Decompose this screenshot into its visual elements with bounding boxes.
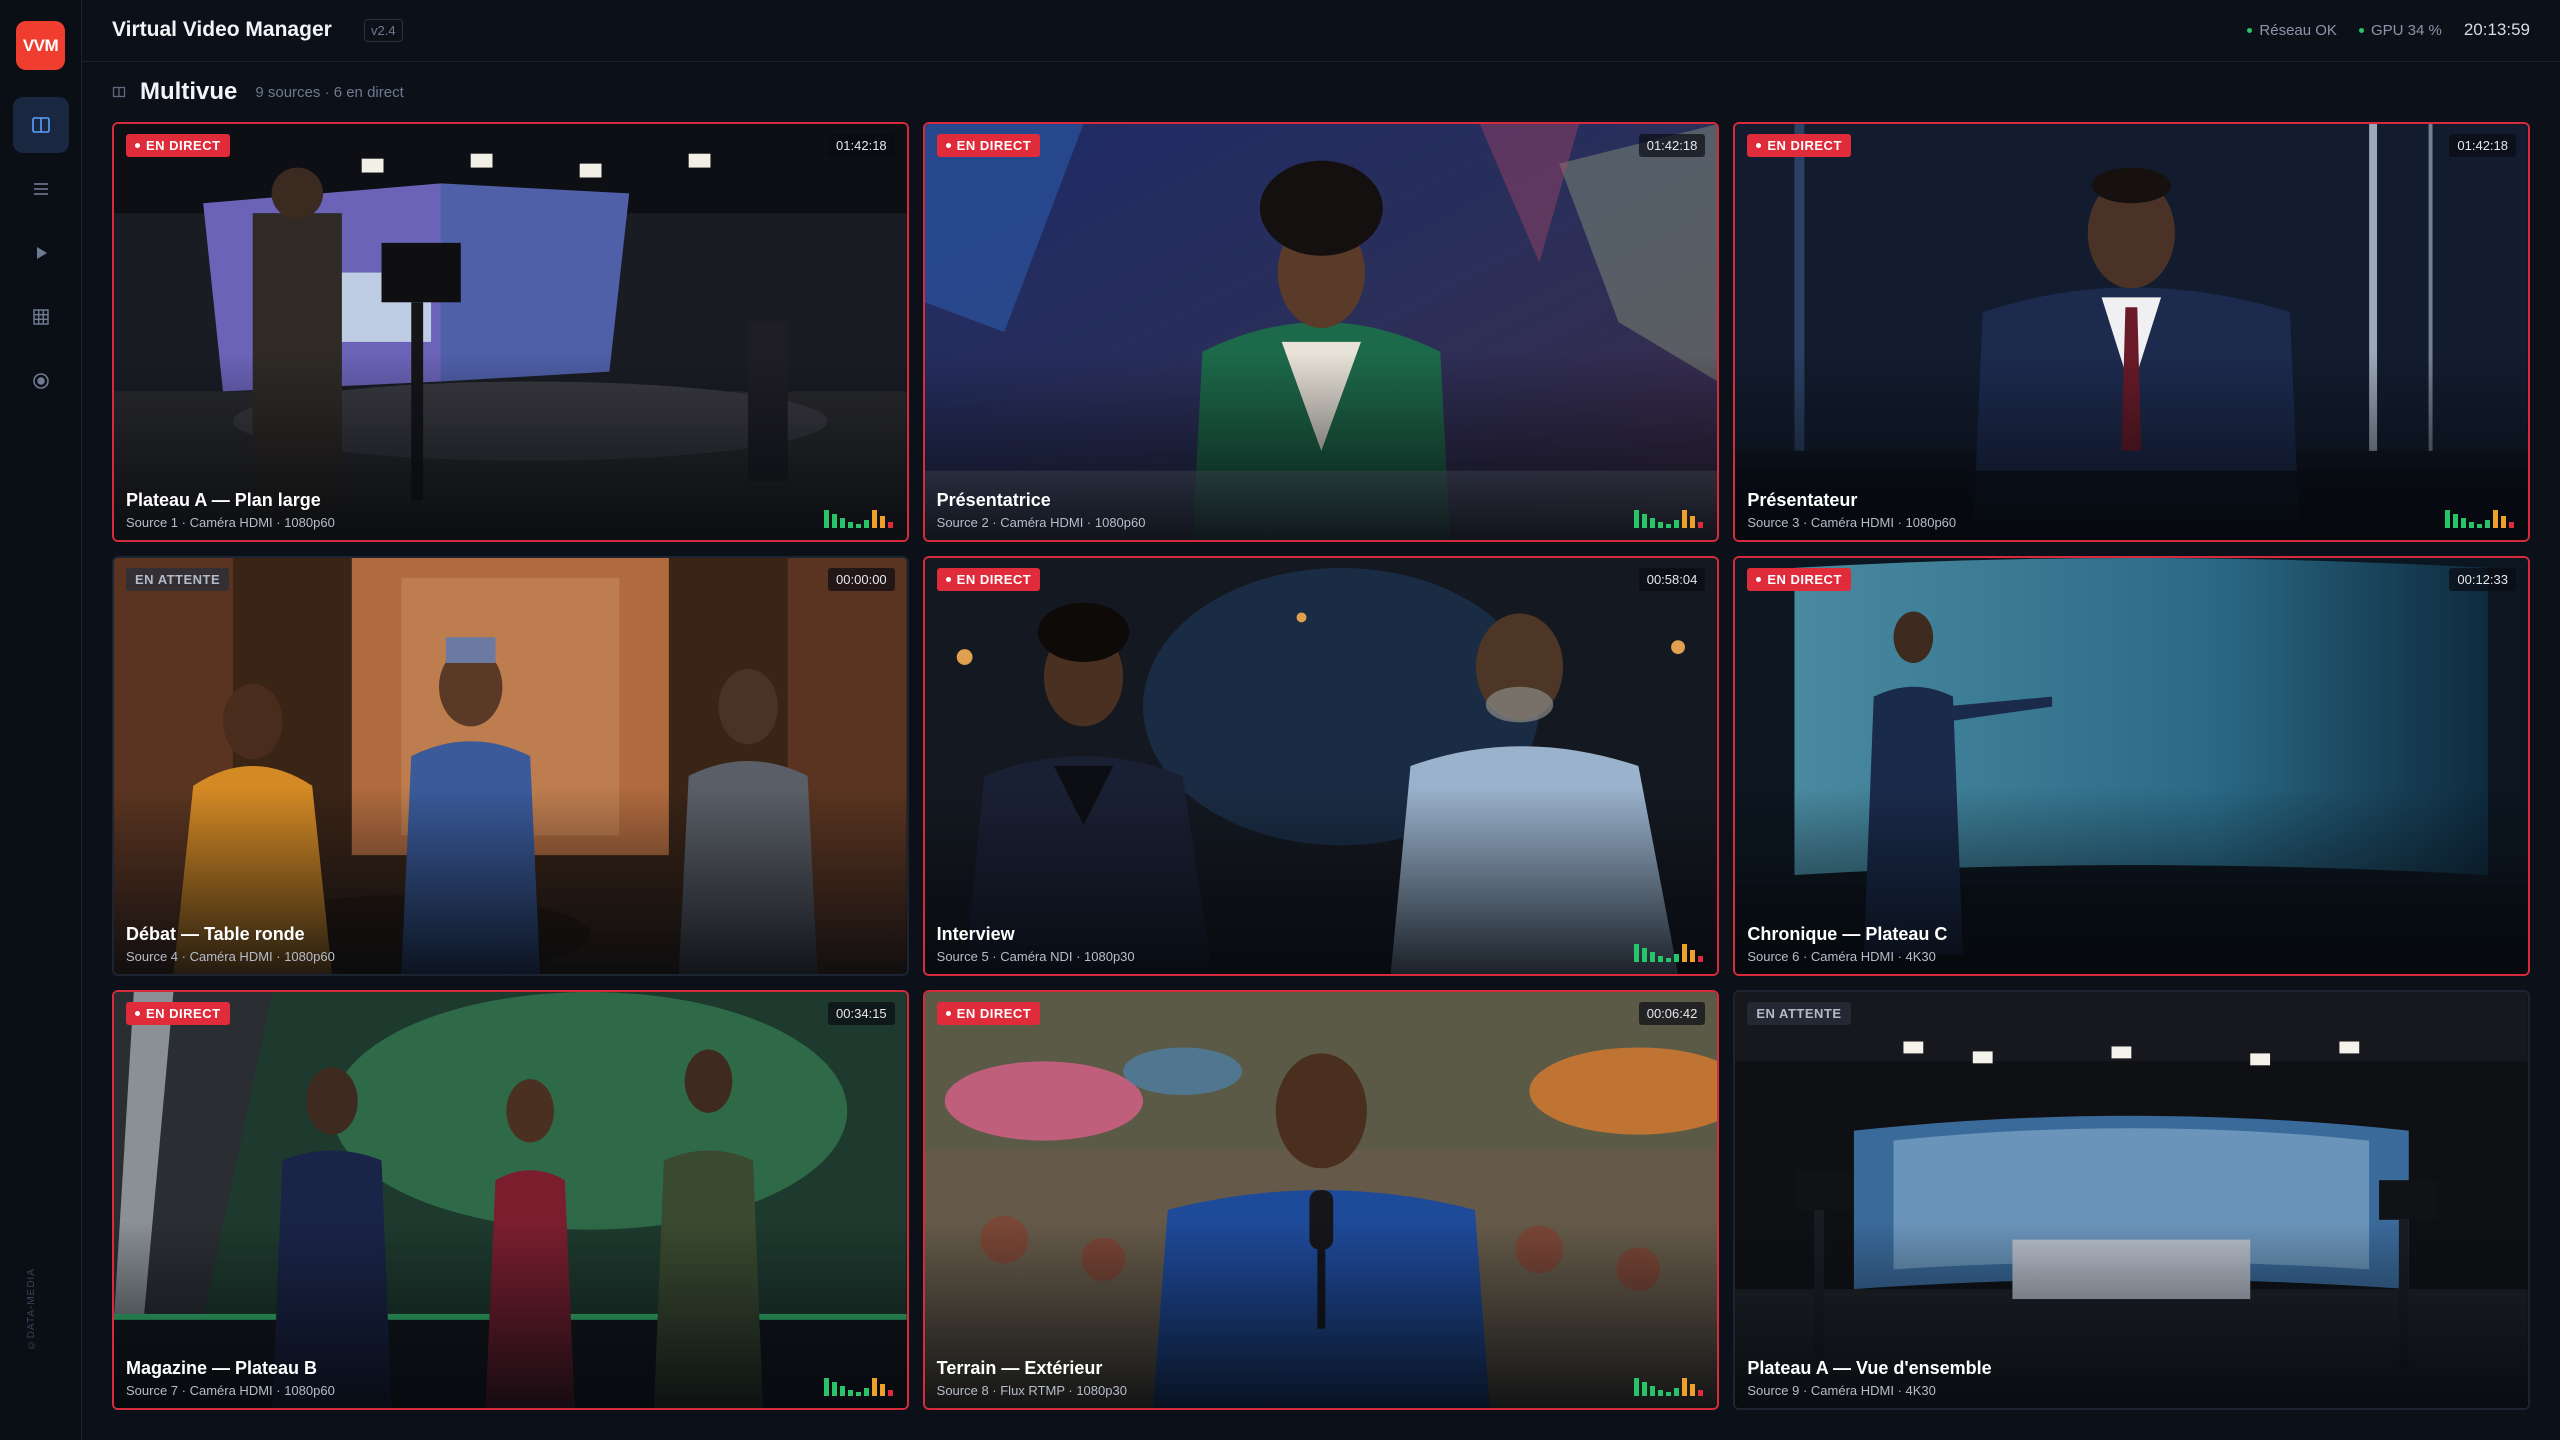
video-tile-2[interactable]: EN DIRECT 01:42:18 Présentatrice Source …	[922, 122, 1720, 542]
top-bar: Virtual Video Manager v2.4 Réseau OK GPU…	[82, 0, 2560, 62]
video-tile-7[interactable]: EN DIRECT 00:34:15 Magazine — Plateau B …	[112, 990, 909, 1410]
source-title: Interview	[936, 924, 1015, 944]
video-tile-1[interactable]: EN DIRECT 01:42:18 Plateau A — Plan larg…	[112, 122, 909, 542]
status-badge: EN DIRECT	[936, 1002, 1041, 1025]
section-header: Multivue 9 sources · 6 en direct	[112, 78, 404, 106]
source-subtitle: Source 8 · Flux RTMP · 1080p30	[936, 1383, 1127, 1398]
source-title: Présentatrice	[936, 490, 1051, 510]
gpu-status-label: GPU 34 %	[2370, 21, 2442, 39]
app-logo[interactable]: VVM	[16, 21, 65, 70]
tile-caption: Plateau A — Vue d'ensemble Source 9 · Ca…	[1747, 1358, 1991, 1398]
audio-meter	[823, 508, 893, 528]
source-subtitle: Source 9 · Caméra HDMI · 4K30	[1747, 1383, 1936, 1398]
status-badge: EN DIRECT	[1747, 134, 1851, 157]
clock: 20:13:59	[2463, 20, 2530, 39]
source-title: Chronique — Plateau C	[1747, 924, 1948, 944]
section-meta: 9 sources · 6 en direct	[255, 83, 404, 101]
tile-timer: 01:42:18	[828, 134, 895, 157]
source-subtitle: Source 3 · Caméra HDMI · 1080p60	[1747, 515, 1957, 530]
video-tile-6[interactable]: EN DIRECT 00:12:33 Chronique — Plateau C…	[1733, 556, 2530, 976]
audio-meter	[2445, 508, 2514, 528]
source-subtitle: Source 5 · Caméra NDI · 1080p30	[936, 949, 1135, 964]
credit-text: ©DATA-MEDIA	[26, 1267, 37, 1350]
live-dot-icon	[945, 143, 951, 148]
audio-meter	[1634, 508, 1704, 528]
network-status-label: Réseau OK	[2259, 21, 2337, 39]
grid-icon	[33, 309, 49, 325]
app-title: Virtual Video Manager	[112, 18, 332, 41]
tile-caption: Chronique — Plateau C Source 6 · Caméra …	[1747, 924, 1947, 964]
video-tile-8[interactable]: EN DIRECT 00:06:42 Terrain — Extérieur S…	[922, 990, 1720, 1410]
status-badge: EN DIRECT	[126, 134, 230, 157]
network-status: Réseau OK	[2247, 22, 2337, 39]
live-dot-icon	[1756, 143, 1762, 148]
source-title: Terrain — Extérieur	[936, 1358, 1103, 1378]
status-badge: EN ATTENTE	[1747, 1002, 1851, 1025]
status-badge: EN ATTENTE	[126, 568, 230, 591]
status-badge: EN DIRECT	[936, 134, 1041, 157]
tile-caption: Plateau A — Plan large Source 1 · Caméra…	[126, 490, 335, 530]
source-title: Débat — Table ronde	[126, 924, 305, 944]
video-tile-4[interactable]: EN ATTENTE 00:00:00 Débat — Table ronde …	[112, 556, 909, 976]
audio-meter	[1634, 942, 1704, 962]
status-badge: EN DIRECT	[936, 568, 1041, 591]
nav-list[interactable]	[13, 161, 69, 217]
source-subtitle: Source 4 · Caméra HDMI · 1080p60	[126, 949, 335, 964]
tile-caption: Magazine — Plateau B Source 7 · Caméra H…	[126, 1358, 335, 1398]
source-title: Plateau A — Vue d'ensemble	[1747, 1358, 1992, 1378]
nav-play[interactable]	[13, 225, 69, 281]
live-dot-icon	[135, 1011, 140, 1016]
tile-timer: 00:00:00	[828, 568, 895, 591]
source-title: Magazine — Plateau B	[126, 1358, 318, 1378]
page-title: Multivue	[140, 78, 238, 105]
play-icon	[37, 247, 47, 259]
list-icon	[34, 183, 48, 195]
status-dot-icon	[2247, 27, 2253, 33]
audio-meter	[1634, 1376, 1704, 1396]
tile-caption: Débat — Table ronde Source 4 · Caméra HD…	[126, 924, 335, 964]
gpu-status: GPU 34 %	[2358, 21, 2442, 39]
tile-caption: Présentatrice Source 2 · Caméra HDMI · 1…	[937, 490, 1146, 530]
status-badge: EN DIRECT	[1747, 568, 1851, 591]
live-dot-icon	[1756, 577, 1762, 582]
source-subtitle: Source 2 · Caméra HDMI · 1080p60	[936, 515, 1146, 530]
tile-timer: 00:34:15	[828, 1002, 895, 1025]
status-dot-icon	[2358, 27, 2364, 33]
status-group: Réseau OK GPU 34 % 20:13:59	[2247, 20, 2530, 40]
live-dot-icon	[945, 1011, 951, 1016]
source-subtitle: Source 1 · Caméra HDMI · 1080p60	[126, 515, 335, 530]
source-subtitle: Source 7 · Caméra HDMI · 1080p60	[126, 1383, 335, 1398]
sidebar: VVM ©DATA-MEDIA	[0, 0, 82, 1440]
video-tile-9[interactable]: EN ATTENTE Plateau A — Vue d'ensemble So…	[1733, 990, 2530, 1410]
nav-record[interactable]	[13, 353, 69, 409]
multiview-icon	[32, 117, 50, 133]
tile-caption: Terrain — Extérieur Source 8 · Flux RTMP…	[937, 1358, 1127, 1398]
status-badge: EN DIRECT	[126, 1002, 230, 1025]
source-title: Présentateur	[1747, 490, 1858, 510]
multiview-grid: EN DIRECT 01:42:18 Plateau A — Plan larg…	[112, 122, 2530, 1410]
live-dot-icon	[945, 577, 951, 582]
tile-timer: 00:58:04	[1638, 568, 1706, 591]
tile-timer: 01:42:18	[1638, 134, 1706, 157]
audio-meter	[823, 1376, 893, 1396]
record-icon	[33, 373, 49, 389]
video-tile-5[interactable]: EN DIRECT 00:58:04 Interview Source 5 · …	[922, 556, 1720, 976]
source-title: Plateau A — Plan large	[126, 490, 321, 510]
video-tile-3[interactable]: EN DIRECT 01:42:18 Présentateur Source 3…	[1733, 122, 2530, 542]
multiview-small-icon	[112, 86, 126, 98]
version-badge: v2.4	[364, 19, 403, 42]
tile-caption: Interview Source 5 · Caméra NDI · 1080p3…	[937, 924, 1135, 964]
tile-timer: 00:12:33	[2449, 568, 2516, 591]
nav-grid[interactable]	[13, 289, 69, 345]
tile-caption: Présentateur Source 3 · Caméra HDMI · 10…	[1747, 490, 1956, 530]
live-dot-icon	[135, 143, 140, 148]
source-subtitle: Source 6 · Caméra HDMI · 4K30	[1747, 949, 1936, 964]
nav-multiview[interactable]	[13, 97, 69, 153]
tile-timer: 00:06:42	[1638, 1002, 1706, 1025]
tile-timer: 01:42:18	[2449, 134, 2516, 157]
